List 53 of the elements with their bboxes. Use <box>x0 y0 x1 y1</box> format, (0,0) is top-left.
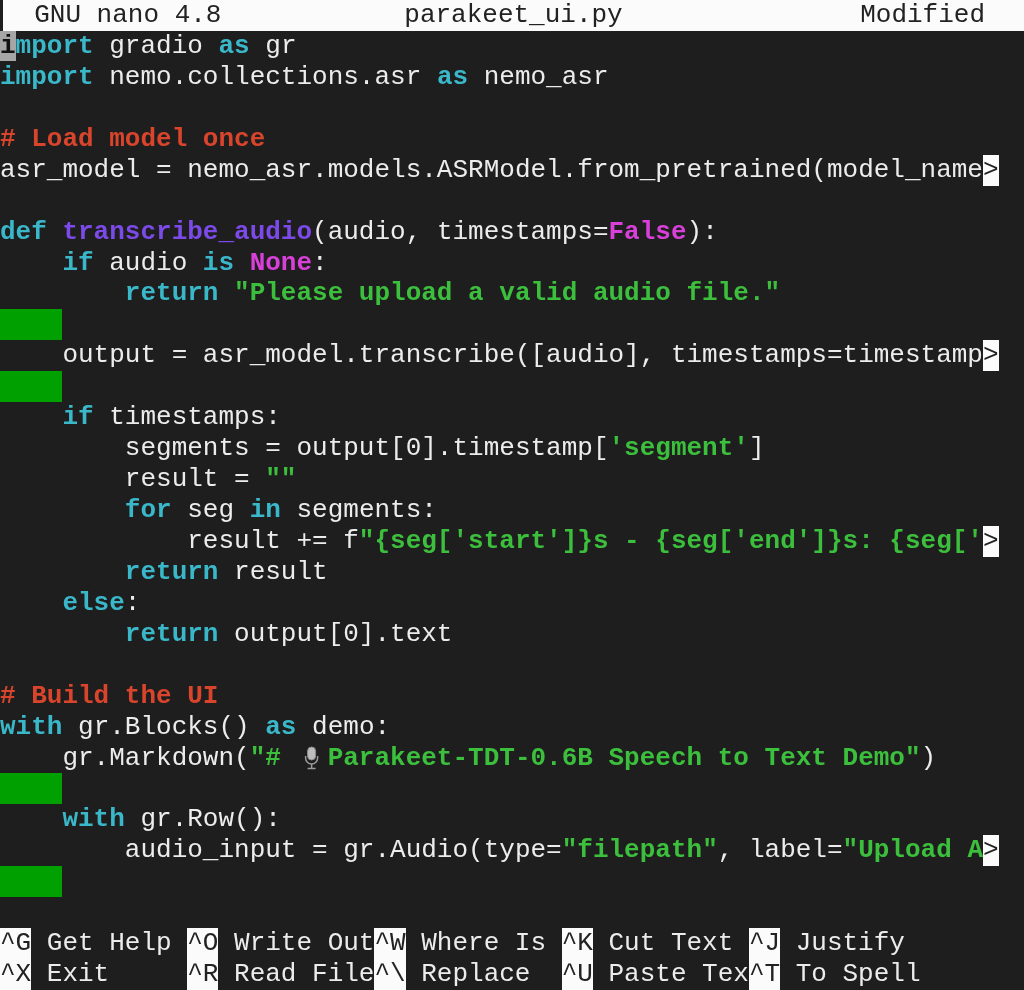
code-text: if timestamps: <box>61 402 281 434</box>
code-text: output = asr_model.transcribe([audio], timestamps=timestamp <box>61 340 983 372</box>
code-text: with gr.Row(): <box>61 804 281 836</box>
trailing-whitespace-marker <box>0 866 63 898</box>
code-text: # Build the UI <box>0 680 219 712</box>
code-text: return "Please upload a valid audio file." <box>123 278 781 310</box>
code-text: with gr.Blocks() as demo: <box>0 711 391 743</box>
line-overflow-marker: > <box>983 835 999 867</box>
code-text: else: <box>61 587 141 619</box>
code-text: result = "" <box>123 464 297 495</box>
line-overflow-marker: > <box>982 154 999 186</box>
trailing-whitespace-marker <box>0 309 63 341</box>
shortcut-key: ^R <box>187 959 219 990</box>
file-name: parakeet_ui.py <box>404 0 623 31</box>
code-text: asr_model = nemo_asr.models.ASRModel.from_pretrained(model_name <box>0 154 983 186</box>
shortcut-label: Paste Tex <box>608 959 749 990</box>
shortcut-key: ^G <box>0 928 32 960</box>
app-version: GNU nano 4.8 <box>34 0 223 31</box>
trailing-whitespace-marker <box>0 371 63 403</box>
shortcut-label: Exit <box>46 959 110 990</box>
code-text: gr.Markdown("# <box>61 742 282 774</box>
line-overflow-marker: > <box>982 525 999 557</box>
shortcut-key: ^W <box>374 928 406 960</box>
code-text: segments = output[0].timestamp['segment'] <box>123 433 765 465</box>
modified-status: Modified <box>860 0 985 31</box>
shortcut-key: ^T <box>748 959 781 990</box>
code-text: return output[0].text <box>123 618 453 650</box>
code-text: def transcribe_audio(audio, timestamps=False): <box>0 216 718 248</box>
shortcut-label: Write Out <box>234 928 375 960</box>
shortcut-key: ^J <box>748 928 781 960</box>
code-text: import nemo.collections.asr as nemo_asr <box>0 61 609 93</box>
shortcut-key: ^U <box>561 959 593 990</box>
shortcut-key: ^K <box>561 928 593 960</box>
shortcut-key: ^X <box>0 959 32 990</box>
shortcut-label: Justify <box>795 928 905 960</box>
shortcut-key: ^\ <box>374 959 406 990</box>
code-text: return result <box>123 556 328 588</box>
code-text: import gradio as gr <box>0 30 297 62</box>
shortcut-label: Replace <box>421 959 531 990</box>
shortcut-key: ^O <box>187 928 219 960</box>
code-text: for seg in segments: <box>123 495 437 526</box>
shortcut-label: Cut Text <box>608 928 734 960</box>
code-text: # Load model once <box>0 123 266 155</box>
shortcut-label: Where Is <box>421 928 547 960</box>
trailing-whitespace-marker <box>0 773 63 805</box>
code-text: audio_input = gr.Audio(type="filepath", label="Upload A <box>123 835 983 867</box>
code-text: Parakeet-TDT-0.6B Speech to Text Demo") <box>327 742 937 774</box>
line-overflow-marker: > <box>982 340 999 372</box>
code-text: result += f"{seg['start']}s - {seg['end']}s: {seg[' <box>186 525 983 557</box>
shortcut-label: To Spell <box>795 959 921 990</box>
shortcut-label: Read File <box>234 959 375 990</box>
code-text: if audio is None: <box>61 247 328 279</box>
shortcut-label: Get Help <box>46 928 172 960</box>
